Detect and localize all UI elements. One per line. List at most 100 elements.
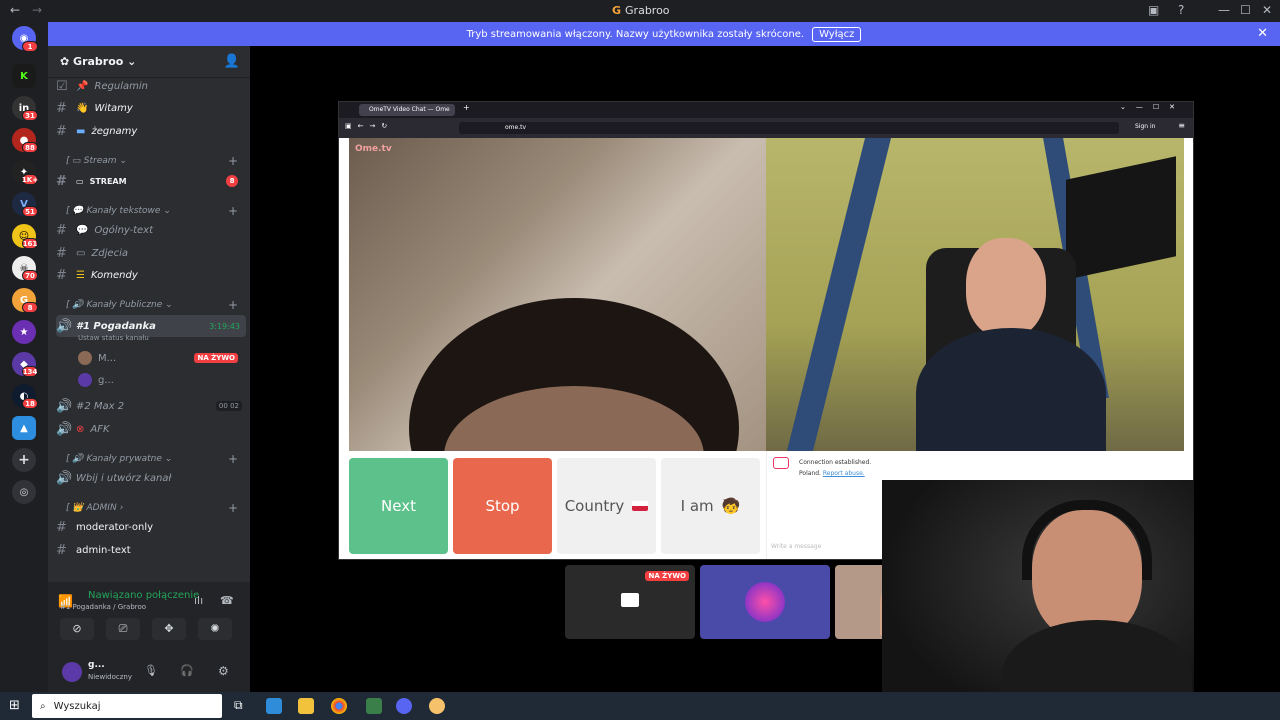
add-channel-icon[interactable]: + xyxy=(228,501,238,515)
hash-icon: # xyxy=(56,245,67,261)
stream-thumbnail[interactable]: NA ŻYWO xyxy=(565,565,695,639)
channel-afk[interactable]: 🔊 ⊗ AFK xyxy=(56,419,246,439)
category-label: Stream xyxy=(83,156,117,166)
forward-arrow-icon[interactable]: → xyxy=(32,3,42,17)
browser-tabbar: OmeTV Video Chat — Ome + ⌄—☐✕ xyxy=(339,102,1193,118)
channel-ogolny[interactable]: # 💬 Ogólny-text xyxy=(56,220,246,240)
minimize-icon[interactable]: — xyxy=(1218,3,1230,17)
chrome-icon[interactable] xyxy=(331,698,347,714)
category-text[interactable]: [ 💬 Kanały tekstowe ⌄ xyxy=(66,206,171,216)
channel-label: żegnamy xyxy=(91,125,138,137)
participant-thumbnail[interactable] xyxy=(700,565,830,639)
server-badge: 161 xyxy=(22,238,38,249)
noise-suppression-icon[interactable]: ılı xyxy=(194,594,203,607)
channel-stream[interactable]: # ▭ STREAM 8 xyxy=(56,171,246,191)
category-private[interactable]: [ 🔊 Kanały prywatne ⌄ xyxy=(66,454,172,464)
server-icon[interactable]: ★ xyxy=(12,320,36,344)
person-body xyxy=(916,328,1106,451)
channel-wbij[interactable]: 🔊 Wbij i utwórz kanał xyxy=(56,468,246,488)
server-badge: 51 xyxy=(22,206,38,217)
camera-off-button[interactable]: ⊘ xyxy=(60,618,94,640)
hash-icon: # xyxy=(56,173,67,189)
add-server-icon[interactable]: + xyxy=(12,448,36,472)
close-banner-icon[interactable]: ✕ xyxy=(1257,26,1268,41)
channel-moderator-only[interactable]: # moderator-only xyxy=(56,517,246,537)
address-bar[interactable]: ome.tv xyxy=(459,122,1119,134)
hash-icon: # xyxy=(56,222,67,238)
voice-user-2[interactable]: g... xyxy=(78,370,238,390)
maximize-icon[interactable]: ☐ xyxy=(1240,3,1251,17)
channel-zdjecia[interactable]: # ▭ Zdjecia xyxy=(56,243,246,263)
file-explorer-icon[interactable] xyxy=(298,698,314,714)
channel-witamy[interactable]: # 👋 Witamy xyxy=(56,98,246,118)
microphone-icon[interactable]: 🎙 xyxy=(144,664,158,677)
soundboard-button[interactable]: ✺ xyxy=(198,618,232,640)
server-badge: 8 xyxy=(22,302,38,313)
speech-icon: 💬 xyxy=(76,224,89,236)
discord-taskbar-icon[interactable] xyxy=(396,698,412,714)
channel-status[interactable]: Ustaw status kanału xyxy=(78,334,149,342)
sign-in-link[interactable]: Sign in xyxy=(1135,123,1155,130)
rules-icon: ☑ xyxy=(56,78,68,94)
edge-icon[interactable] xyxy=(266,698,282,714)
new-tab-icon[interactable]: + xyxy=(463,103,470,112)
channel-admin-text[interactable]: # admin-text xyxy=(56,540,246,560)
user-label: g... xyxy=(98,374,114,386)
chat-input[interactable]: Write a message xyxy=(771,543,821,550)
stop-button[interactable]: Stop xyxy=(453,458,552,554)
add-channel-icon[interactable]: + xyxy=(228,298,238,312)
server-icon[interactable]: ▲ xyxy=(12,416,36,440)
voice-channel-name[interactable]: #1 Pogadanka / Grabroo xyxy=(60,603,146,611)
voice-status[interactable]: Nawiązano połączenie xyxy=(88,590,199,601)
gender-label: I am xyxy=(680,497,714,515)
discover-icon[interactable]: ◎ xyxy=(12,480,36,504)
settings-icon[interactable]: ⚙ xyxy=(218,664,229,678)
category-label: Kanały tekstowe xyxy=(86,206,161,216)
report-abuse-link[interactable]: Report abuse. xyxy=(823,470,865,477)
add-channel-icon[interactable]: + xyxy=(228,154,238,168)
disable-streamer-mode-button[interactable]: Wyłącz xyxy=(812,26,862,42)
category-stream[interactable]: [ ▭ Stream ⌄ xyxy=(66,156,127,166)
invite-icon[interactable]: 👤 xyxy=(224,54,240,69)
disconnect-icon[interactable]: ☎ xyxy=(220,594,234,607)
next-button[interactable]: Next xyxy=(349,458,448,554)
app-icon[interactable] xyxy=(366,698,382,714)
window-controls[interactable]: ⌄—☐✕ xyxy=(1120,103,1185,111)
menu-icon[interactable]: ≡ xyxy=(1178,121,1185,130)
server-kick-icon[interactable]: K xyxy=(12,64,36,88)
activities-button[interactable]: ✥ xyxy=(152,618,186,640)
channel-label: Wbij i utwórz kanał xyxy=(76,472,172,484)
app-icon[interactable] xyxy=(429,698,445,714)
country-button[interactable]: Country xyxy=(557,458,656,554)
taskbar-search[interactable]: ⌕ Wyszukaj xyxy=(32,694,222,718)
channel-max2[interactable]: 🔊 #2 Max 2 00 02 xyxy=(56,396,246,416)
guild-header[interactable]: ✿ Grabroo ⌄ 👤 xyxy=(48,46,250,78)
taskbar: ⊞ ⌕ Wyszukaj ⧉ xyxy=(0,692,1280,720)
inbox-icon[interactable]: ▣ xyxy=(1148,3,1159,17)
task-view-icon[interactable]: ⧉ xyxy=(234,698,243,713)
back-arrow-icon[interactable]: ← xyxy=(10,3,20,17)
channel-regulamin[interactable]: ☑ 📌 Regulamin xyxy=(56,76,246,96)
nav-icons[interactable]: ▣←→↻ xyxy=(345,122,393,130)
close-window-icon[interactable]: ✕ xyxy=(1262,3,1272,17)
voice-user-1[interactable]: M... NA ŻYWO xyxy=(78,348,238,368)
avatar[interactable] xyxy=(62,662,82,682)
category-admin[interactable]: [ 👑 ADMIN › xyxy=(66,503,123,513)
channel-zegnamy[interactable]: # ▬ żegnamy xyxy=(56,121,246,141)
presence-status: Niewidoczny xyxy=(88,673,132,681)
category-label: Kanały Publiczne xyxy=(86,300,163,310)
channel-komendy[interactable]: # ☰ Komendy xyxy=(56,265,246,285)
avatar xyxy=(78,351,92,365)
windows-start-icon[interactable]: ⊞ xyxy=(9,698,20,713)
gender-button[interactable]: I am 🧒 xyxy=(661,458,760,554)
add-channel-icon[interactable]: + xyxy=(228,452,238,466)
headphones-icon[interactable]: 🎧 xyxy=(180,664,194,677)
browser-tab[interactable]: OmeTV Video Chat — Ome xyxy=(359,104,455,116)
user-label: M... xyxy=(98,352,117,364)
category-public[interactable]: [ 🔊 Kanały Publiczne ⌄ xyxy=(66,300,173,310)
help-icon[interactable]: ? xyxy=(1178,3,1184,17)
channel-label: #1 Pogadanka xyxy=(76,320,156,332)
hash-icon: # xyxy=(56,123,67,139)
screen-share-button[interactable]: ⎚ xyxy=(106,618,140,640)
add-channel-icon[interactable]: + xyxy=(228,204,238,218)
